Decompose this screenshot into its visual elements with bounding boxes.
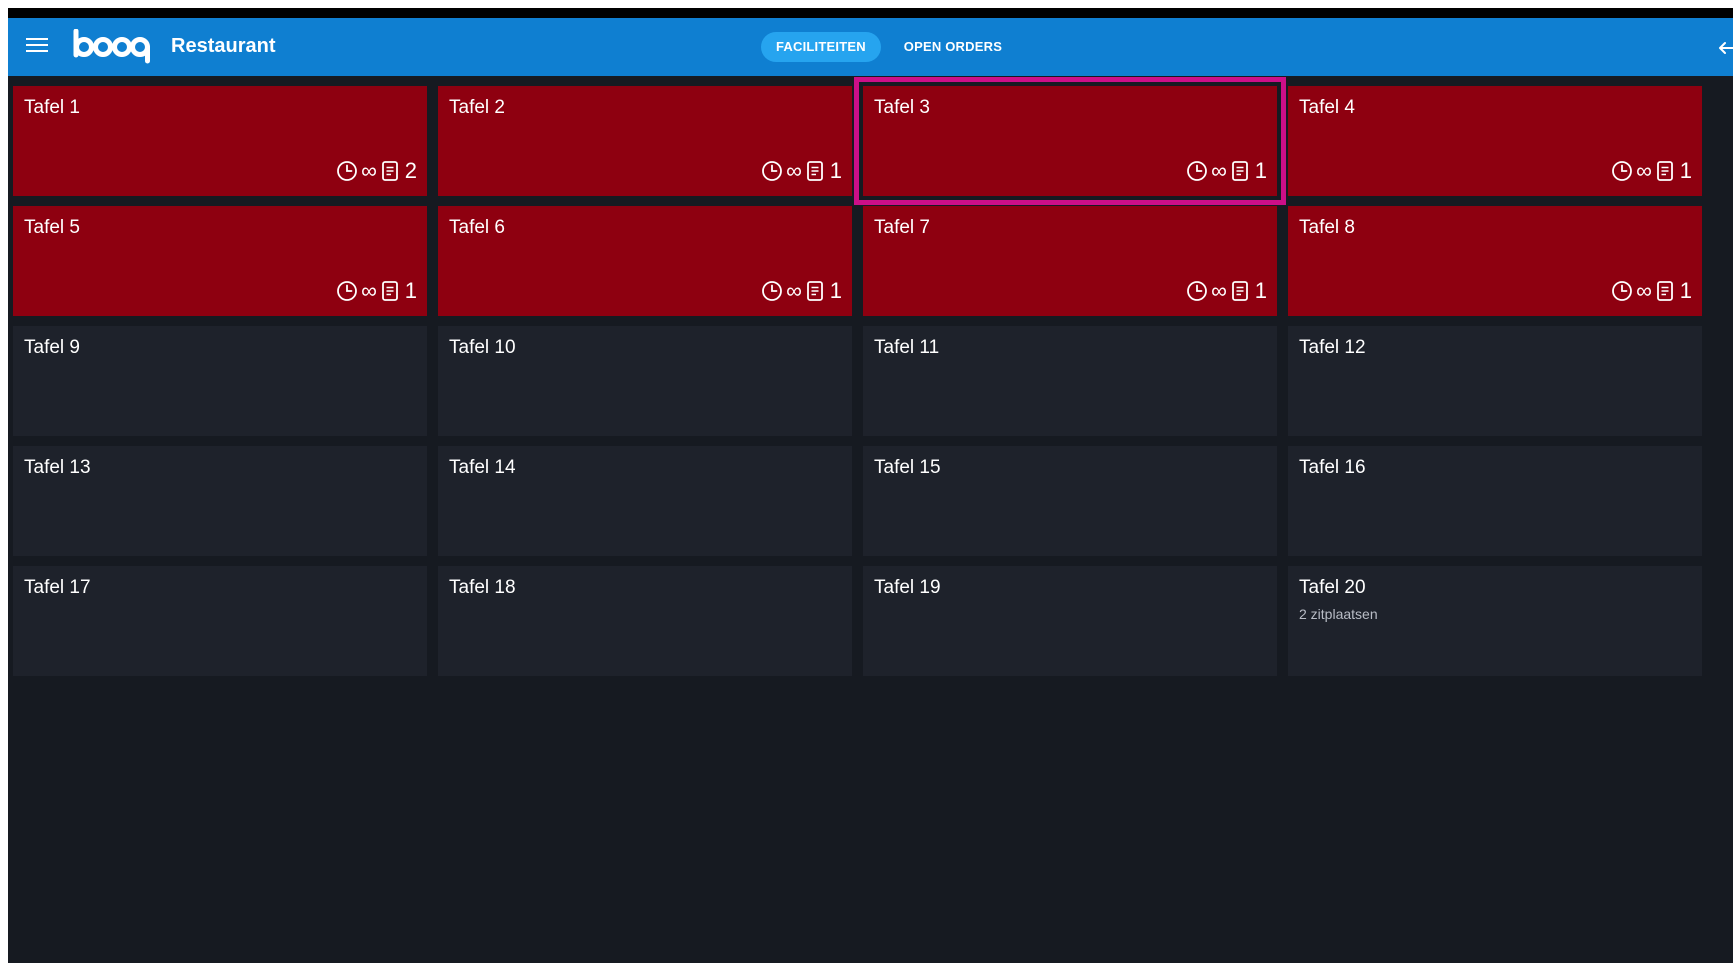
exit-arrow-icon[interactable] — [1716, 36, 1733, 60]
receipt-icon — [805, 280, 825, 302]
table-name: Tafel 14 — [449, 457, 516, 478]
tab-faciliteiten[interactable]: FACILITEITEN — [761, 32, 881, 62]
table-status: ∞ 1 — [1608, 160, 1692, 182]
table-grid: Tafel 1 ∞ 2 Tafel 2 ∞ 1 Tafel 3 ∞ 1 Tafel 4 ∞ 1 Tafe… — [13, 77, 1713, 676]
receipt-icon — [805, 160, 825, 182]
table-time: ∞ — [786, 158, 802, 183]
receipt-icon — [1655, 160, 1675, 182]
top-bar: Restaurant FACILITEITEN OPEN ORDERS — [8, 18, 1733, 76]
table-tile[interactable]: Tafel 3 ∞ 1 — [854, 77, 1286, 205]
table-name: Tafel 5 — [24, 217, 80, 238]
order-count: 1 — [829, 158, 842, 183]
table-tile[interactable]: Tafel 5 ∞ 1 — [13, 206, 427, 316]
receipt-icon — [1655, 280, 1675, 302]
order-count: 1 — [829, 278, 842, 303]
clock-icon — [761, 280, 783, 302]
table-status: ∞ 1 — [1608, 280, 1692, 302]
table-name: Tafel 7 — [874, 217, 930, 238]
table-time: ∞ — [1636, 158, 1652, 183]
table-tile[interactable]: Tafel 2 ∞ 1 — [438, 86, 852, 196]
clock-icon — [336, 160, 358, 182]
table-tile[interactable]: Tafel 9 — [13, 326, 427, 436]
table-tile[interactable]: Tafel 11 — [863, 326, 1277, 436]
table-status: ∞ 2 — [333, 160, 417, 182]
table-name: Tafel 17 — [24, 577, 91, 598]
receipt-icon — [380, 280, 400, 302]
table-status: ∞ 1 — [1183, 160, 1267, 182]
table-name: Tafel 4 — [1299, 97, 1355, 118]
table-status: ∞ 1 — [758, 280, 842, 302]
table-name: Tafel 6 — [449, 217, 505, 238]
order-count: 2 — [404, 158, 417, 183]
table-name: Tafel 16 — [1299, 457, 1366, 478]
table-tile[interactable]: Tafel 17 — [13, 566, 427, 676]
table-name: Tafel 12 — [1299, 337, 1366, 358]
table-name: Tafel 8 — [1299, 217, 1355, 238]
table-name: Tafel 13 — [24, 457, 91, 478]
table-name: Tafel 2 — [449, 97, 505, 118]
clock-icon — [336, 280, 358, 302]
table-tile[interactable]: Tafel 12 — [1288, 326, 1702, 436]
table-tile[interactable]: Tafel 4 ∞ 1 — [1288, 86, 1702, 196]
table-time: ∞ — [1636, 278, 1652, 303]
table-tile[interactable]: Tafel 1 ∞ 2 — [13, 86, 427, 196]
table-name: Tafel 11 — [874, 337, 940, 358]
table-name: Tafel 10 — [449, 337, 516, 358]
app-window: Restaurant FACILITEITEN OPEN ORDERS Tafe… — [8, 18, 1733, 963]
table-name: Tafel 19 — [874, 577, 941, 598]
order-count: 1 — [1679, 158, 1692, 183]
table-time: ∞ — [361, 158, 377, 183]
table-tile[interactable]: Tafel 15 — [863, 446, 1277, 556]
table-name: Tafel 3 — [874, 97, 930, 118]
table-time: ∞ — [786, 278, 802, 303]
table-status: ∞ 1 — [333, 280, 417, 302]
receipt-icon — [1230, 280, 1250, 302]
order-count: 1 — [1254, 158, 1267, 183]
clock-icon — [761, 160, 783, 182]
table-tile[interactable]: Tafel 18 — [438, 566, 852, 676]
table-name: Tafel 15 — [874, 457, 941, 478]
table-tile[interactable]: Tafel 14 — [438, 446, 852, 556]
table-time: ∞ — [361, 278, 377, 303]
table-name: Tafel 9 — [24, 337, 80, 358]
view-tabs: FACILITEITEN OPEN ORDERS — [761, 32, 1017, 62]
table-time: ∞ — [1211, 158, 1227, 183]
clock-icon — [1611, 160, 1633, 182]
order-count: 1 — [404, 278, 417, 303]
table-tile[interactable]: Tafel 19 — [863, 566, 1277, 676]
clock-icon — [1186, 160, 1208, 182]
table-tile[interactable]: Tafel 20 2 zitplaatsen — [1288, 566, 1702, 676]
clock-icon — [1611, 280, 1633, 302]
table-tile[interactable]: Tafel 7 ∞ 1 — [863, 206, 1277, 316]
table-tile[interactable]: Tafel 10 — [438, 326, 852, 436]
table-tile[interactable]: Tafel 6 ∞ 1 — [438, 206, 852, 316]
table-tile[interactable]: Tafel 13 — [13, 446, 427, 556]
table-name: Tafel 1 — [24, 97, 80, 118]
table-tile[interactable]: Tafel 16 — [1288, 446, 1702, 556]
order-count: 1 — [1679, 278, 1692, 303]
table-tile[interactable]: Tafel 8 ∞ 1 — [1288, 206, 1702, 316]
hamburger-menu-icon[interactable] — [26, 38, 48, 56]
table-name: Tafel 20 — [1299, 577, 1366, 598]
clock-icon — [1186, 280, 1208, 302]
table-status: ∞ 1 — [1183, 280, 1267, 302]
screen-frame: Restaurant FACILITEITEN OPEN ORDERS Tafe… — [8, 8, 1733, 963]
table-seats: 2 zitplaatsen — [1299, 606, 1378, 622]
table-time: ∞ — [1211, 278, 1227, 303]
table-status: ∞ 1 — [758, 160, 842, 182]
tab-open-orders[interactable]: OPEN ORDERS — [889, 32, 1017, 62]
receipt-icon — [1230, 160, 1250, 182]
booq-logo — [72, 29, 152, 65]
receipt-icon — [380, 160, 400, 182]
table-name: Tafel 18 — [449, 577, 516, 598]
order-count: 1 — [1254, 278, 1267, 303]
venue-title: Restaurant — [171, 35, 276, 57]
